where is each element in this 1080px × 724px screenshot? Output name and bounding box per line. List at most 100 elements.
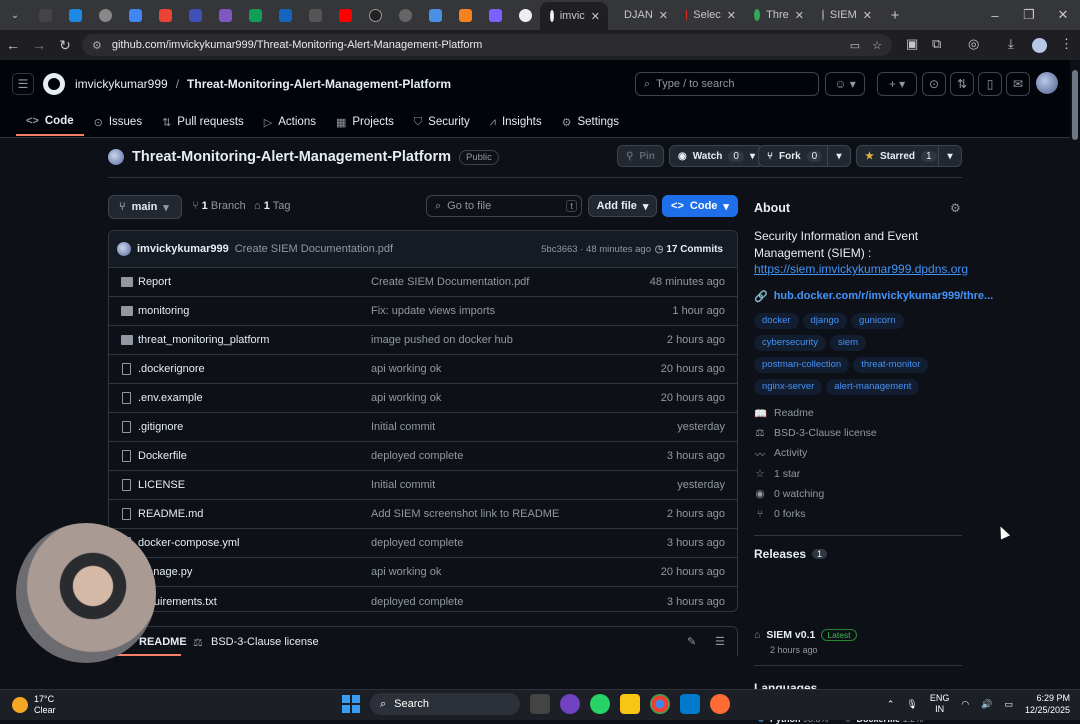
scrollbar-thumb[interactable]: [1072, 70, 1078, 140]
battery-icon[interactable]: ▭: [1004, 699, 1013, 710]
browser-tab[interactable]: [30, 0, 60, 30]
browser-tab[interactable]: [330, 0, 360, 30]
tab-actions[interactable]: ▷Actions: [254, 108, 326, 136]
close-icon[interactable]: ✕: [659, 9, 668, 22]
extension-icon[interactable]: ▣: [906, 36, 918, 52]
browser-tab[interactable]: [360, 0, 390, 30]
stars-link[interactable]: ☆1 star: [754, 468, 800, 480]
fork-button[interactable]: ⑂Fork0: [758, 145, 831, 167]
browser-tab[interactable]: [390, 0, 420, 30]
file-name[interactable]: README.md: [138, 508, 203, 520]
star-dropdown[interactable]: ▾: [938, 145, 962, 167]
copilot-button[interactable]: ☺ ▾: [825, 72, 865, 96]
file-name[interactable]: Dockerfile: [138, 450, 187, 462]
install-app-icon[interactable]: ▭: [850, 39, 860, 52]
file-commit-message[interactable]: deployed complete: [371, 537, 463, 549]
topic-tag[interactable]: threat-monitor: [853, 357, 928, 373]
site-info-icon[interactable]: ⚙: [92, 39, 102, 52]
browser-tab[interactable]: [150, 0, 180, 30]
edit-pencil-icon[interactable]: ✎: [687, 635, 696, 648]
tab-readme[interactable]: README: [139, 636, 187, 648]
commits-link[interactable]: ◷ 17 Commits: [655, 244, 723, 255]
browser-tab[interactable]: [450, 0, 480, 30]
language-indicator[interactable]: ENGIN: [930, 693, 950, 715]
close-icon[interactable]: ✕: [727, 9, 736, 22]
tab-insights[interactable]: ⩘Insights: [480, 108, 552, 136]
topic-tag[interactable]: nginx-server: [754, 379, 822, 395]
file-row[interactable]: monitoringFix: update views imports1 hou…: [109, 297, 737, 326]
pin-button[interactable]: ⚲Pin: [617, 145, 664, 167]
topic-tag[interactable]: django: [803, 313, 848, 329]
file-commit-message[interactable]: Add SIEM screenshot link to README: [371, 508, 559, 520]
tab-projects[interactable]: ▦Projects: [326, 108, 404, 136]
browser-tab[interactable]: Selec✕: [676, 9, 744, 22]
outline-list-icon[interactable]: ☰: [715, 635, 725, 648]
maximize-button[interactable]: ❐: [1012, 7, 1046, 23]
extensions-puzzle-icon[interactable]: ⧉: [932, 36, 941, 52]
browser-tab[interactable]: [300, 0, 330, 30]
topic-tag[interactable]: alert-management: [826, 379, 919, 395]
minimize-button[interactable]: –: [978, 8, 1012, 23]
topic-tag[interactable]: cybersecurity: [754, 335, 826, 351]
browser-tab[interactable]: [420, 0, 450, 30]
github-logo-icon[interactable]: [43, 73, 65, 95]
repositories-button[interactable]: ▯: [978, 72, 1002, 96]
search-input[interactable]: ⌕ Type / to search: [635, 72, 819, 96]
tags-link[interactable]: ⌂ 1 Tag: [254, 200, 290, 212]
commit-hash[interactable]: 5bc3663 · 48 minutes ago: [541, 244, 651, 255]
browser-tab[interactable]: [60, 0, 90, 30]
clock[interactable]: 6:29 PM12/25/2025: [1025, 692, 1070, 716]
tab-license[interactable]: BSD-3-Clause license: [211, 636, 319, 648]
releases-heading[interactable]: Releases1: [754, 547, 827, 561]
go-to-file-input[interactable]: ⌕Go to filet: [426, 195, 582, 217]
file-commit-message[interactable]: Initial commit: [371, 421, 435, 433]
chrome-icon[interactable]: [650, 694, 670, 714]
file-row[interactable]: .dockerignoreapi working ok20 hours ago: [109, 355, 737, 384]
file-name[interactable]: monitoring: [138, 305, 189, 317]
browser-tab[interactable]: DJAN✕: [608, 9, 676, 22]
pull-requests-button[interactable]: ⇅: [950, 72, 974, 96]
window-close-button[interactable]: ✕: [1046, 7, 1080, 23]
code-button[interactable]: <>Code▾: [662, 195, 738, 217]
file-row[interactable]: .env.exampleapi working ok20 hours ago: [109, 384, 737, 413]
menu-icon[interactable]: ☰: [12, 73, 34, 95]
topic-tag[interactable]: docker: [754, 313, 799, 329]
file-row[interactable]: requirements.txtdeployed complete3 hours…: [109, 587, 737, 612]
back-button[interactable]: ←: [0, 37, 26, 53]
file-commit-message[interactable]: image pushed on docker hub: [371, 334, 513, 346]
wifi-icon[interactable]: ◠: [961, 699, 969, 710]
watch-button[interactable]: ◉Watch0▾: [669, 145, 764, 167]
close-icon[interactable]: ✕: [591, 10, 600, 23]
file-row[interactable]: docker-compose.ymldeployed complete3 hou…: [109, 529, 737, 558]
repo-link[interactable]: Threat-Monitoring-Alert-Management-Platf…: [187, 77, 451, 91]
browser-tab[interactable]: [240, 0, 270, 30]
tab-pull-requests[interactable]: ⇅Pull requests: [152, 108, 254, 136]
file-name[interactable]: LICENSE: [138, 479, 185, 491]
volume-icon[interactable]: 🔊: [981, 699, 992, 710]
browser-tab[interactable]: [510, 0, 540, 30]
license-link[interactable]: ⚖BSD-3-Clause license: [754, 427, 877, 439]
file-commit-message[interactable]: Fix: update views imports: [371, 305, 495, 317]
readme-link[interactable]: 📖Readme: [754, 407, 814, 420]
task-view-icon[interactable]: [530, 694, 550, 714]
file-name[interactable]: docker-compose.yml: [138, 537, 239, 549]
website-link[interactable]: https://siem.imvickykumar999.dpdns.org: [754, 262, 968, 276]
browser-tab[interactable]: [480, 0, 510, 30]
file-commit-message[interactable]: deployed complete: [371, 596, 463, 608]
app-icon[interactable]: [560, 694, 580, 714]
close-icon[interactable]: ✕: [795, 9, 804, 22]
gear-icon[interactable]: ⚙: [950, 201, 961, 215]
forward-button[interactable]: →: [26, 37, 52, 53]
whatsapp-icon[interactable]: [590, 694, 610, 714]
star-button[interactable]: ★Starred1: [856, 145, 946, 167]
file-name[interactable]: .gitignore: [138, 421, 183, 433]
create-new-button[interactable]: + ▾: [877, 72, 917, 96]
browser-tab[interactable]: [210, 0, 240, 30]
microphone-icon[interactable]: 🎙: [906, 699, 917, 710]
branches-link[interactable]: ⑂ 1 Branch: [192, 200, 246, 212]
forks-link[interactable]: ⑂0 forks: [754, 508, 806, 520]
notifications-button[interactable]: ✉: [1006, 72, 1030, 96]
commit-message[interactable]: Create SIEM Documentation.pdf: [235, 243, 393, 255]
file-name[interactable]: .dockerignore: [138, 363, 205, 375]
file-row[interactable]: LICENSEInitial commityesterday: [109, 471, 737, 500]
